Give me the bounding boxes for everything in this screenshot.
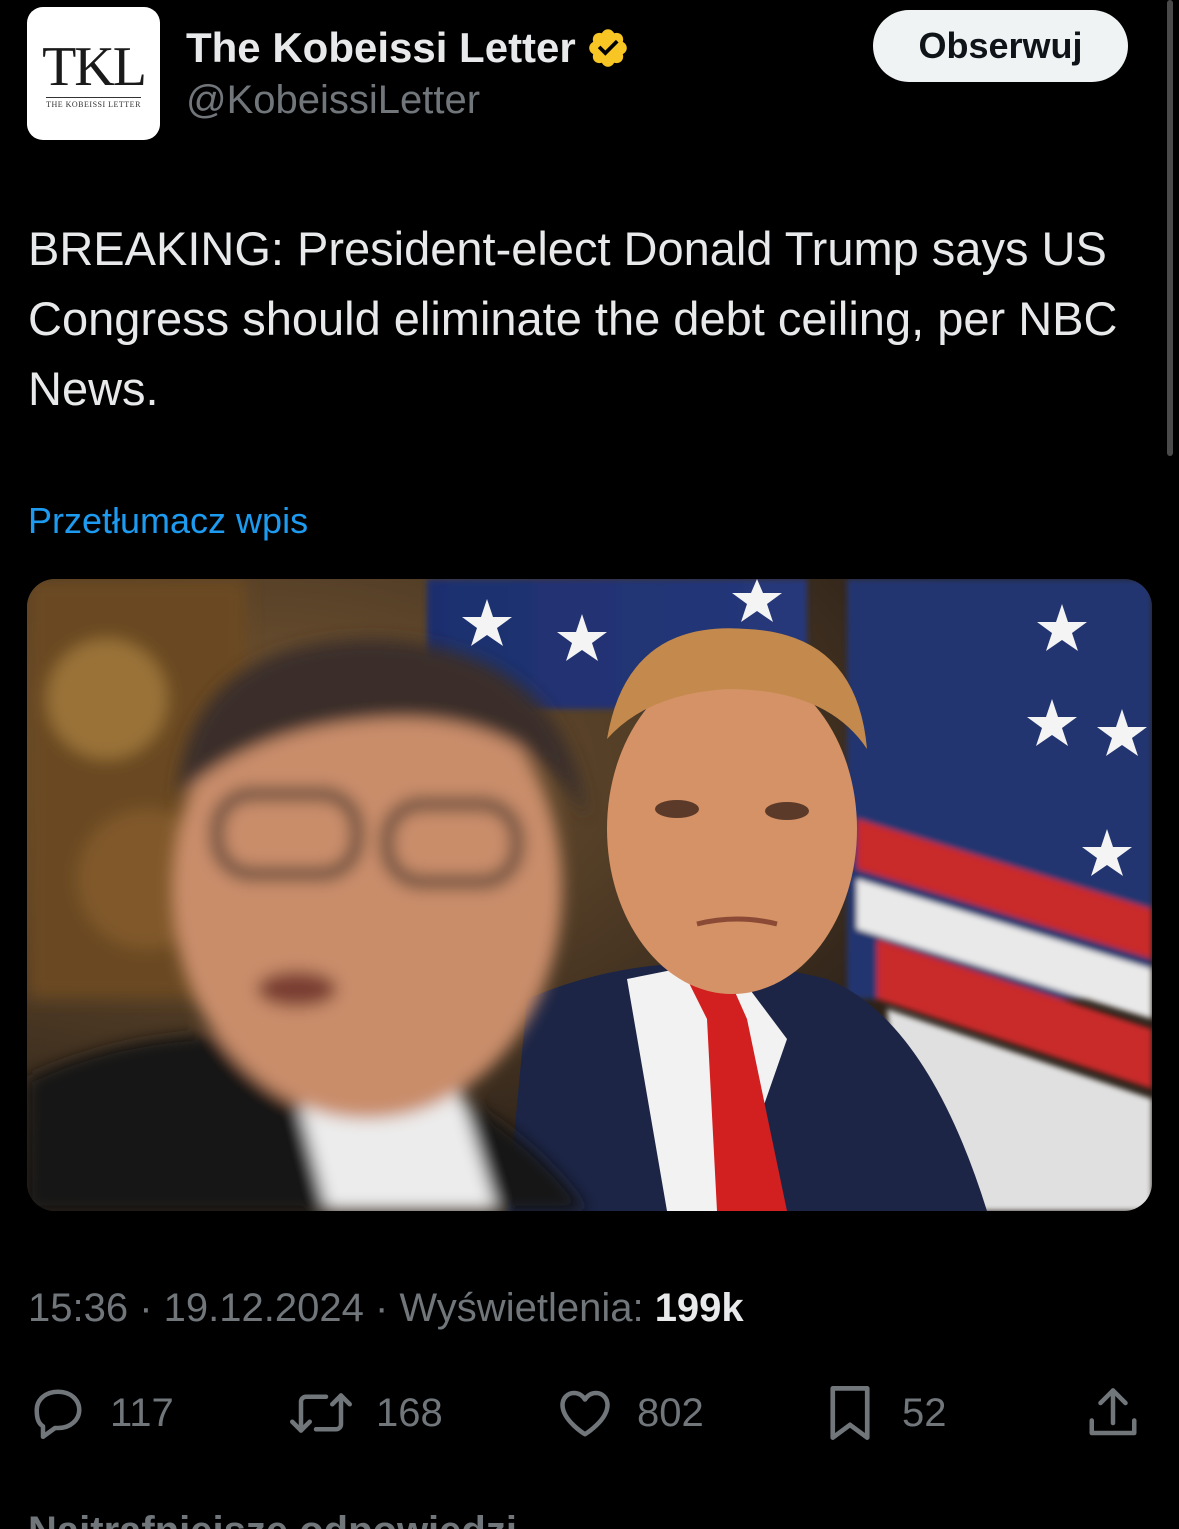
scrollbar[interactable] xyxy=(1167,0,1173,456)
author-handle[interactable]: @KobeissiLetter xyxy=(186,78,480,123)
like-count: 802 xyxy=(637,1390,704,1435)
author-display-name[interactable]: The Kobeissi Letter xyxy=(186,24,576,72)
bookmark-icon xyxy=(830,1386,870,1440)
heart-icon xyxy=(560,1390,610,1437)
reply-button[interactable]: 117 xyxy=(28,1378,174,1448)
photo-illustration xyxy=(27,579,1152,1211)
avatar[interactable]: TKL THE KOBEISSI LETTER xyxy=(27,7,160,140)
tweet-photo[interactable] xyxy=(27,579,1152,1211)
follow-button[interactable]: Obserwuj xyxy=(873,10,1128,82)
retweet-icon xyxy=(290,1393,352,1433)
meta-separator: · xyxy=(128,1286,164,1330)
verified-badge-icon[interactable] xyxy=(586,26,630,70)
retweet-count: 168 xyxy=(376,1390,443,1435)
bookmark-count: 52 xyxy=(902,1390,947,1435)
avatar-tagline: THE KOBEISSI LETTER xyxy=(46,96,141,109)
reply-count: 117 xyxy=(110,1390,174,1435)
author-name-row: The Kobeissi Letter xyxy=(186,22,630,74)
tweet-actions-bar: 117 168 802 52 xyxy=(0,1378,1179,1448)
reply-icon xyxy=(34,1389,82,1439)
retweet-button[interactable]: 168 xyxy=(288,1378,443,1448)
meta-separator: · xyxy=(363,1286,400,1330)
views-count[interactable]: 199k xyxy=(655,1286,744,1330)
views-label: Wyświetlenia: xyxy=(399,1286,655,1330)
tweet-meta: 15:36 · 19.12.2024 · Wyświetlenia: 199k xyxy=(28,1286,744,1331)
tweet-time[interactable]: 15:36 xyxy=(28,1286,128,1330)
translate-post-link[interactable]: Przetłumacz wpis xyxy=(28,500,308,542)
tweet-date[interactable]: 19.12.2024 xyxy=(164,1286,364,1330)
avatar-logo: TKL xyxy=(42,35,147,98)
tweet-detail-page: TKL THE KOBEISSI LETTER The Kobeissi Let… xyxy=(0,0,1179,1529)
top-replies-sort-button[interactable]: Najtrafniejsze odpowiedzi ⌄ xyxy=(28,1508,562,1529)
share-icon xyxy=(1089,1388,1137,1436)
share-button[interactable] xyxy=(1083,1378,1143,1448)
like-button[interactable]: 802 xyxy=(555,1378,704,1448)
bookmark-button[interactable]: 52 xyxy=(820,1378,947,1448)
tweet-text: BREAKING: President-elect Donald Trump s… xyxy=(28,222,1118,415)
